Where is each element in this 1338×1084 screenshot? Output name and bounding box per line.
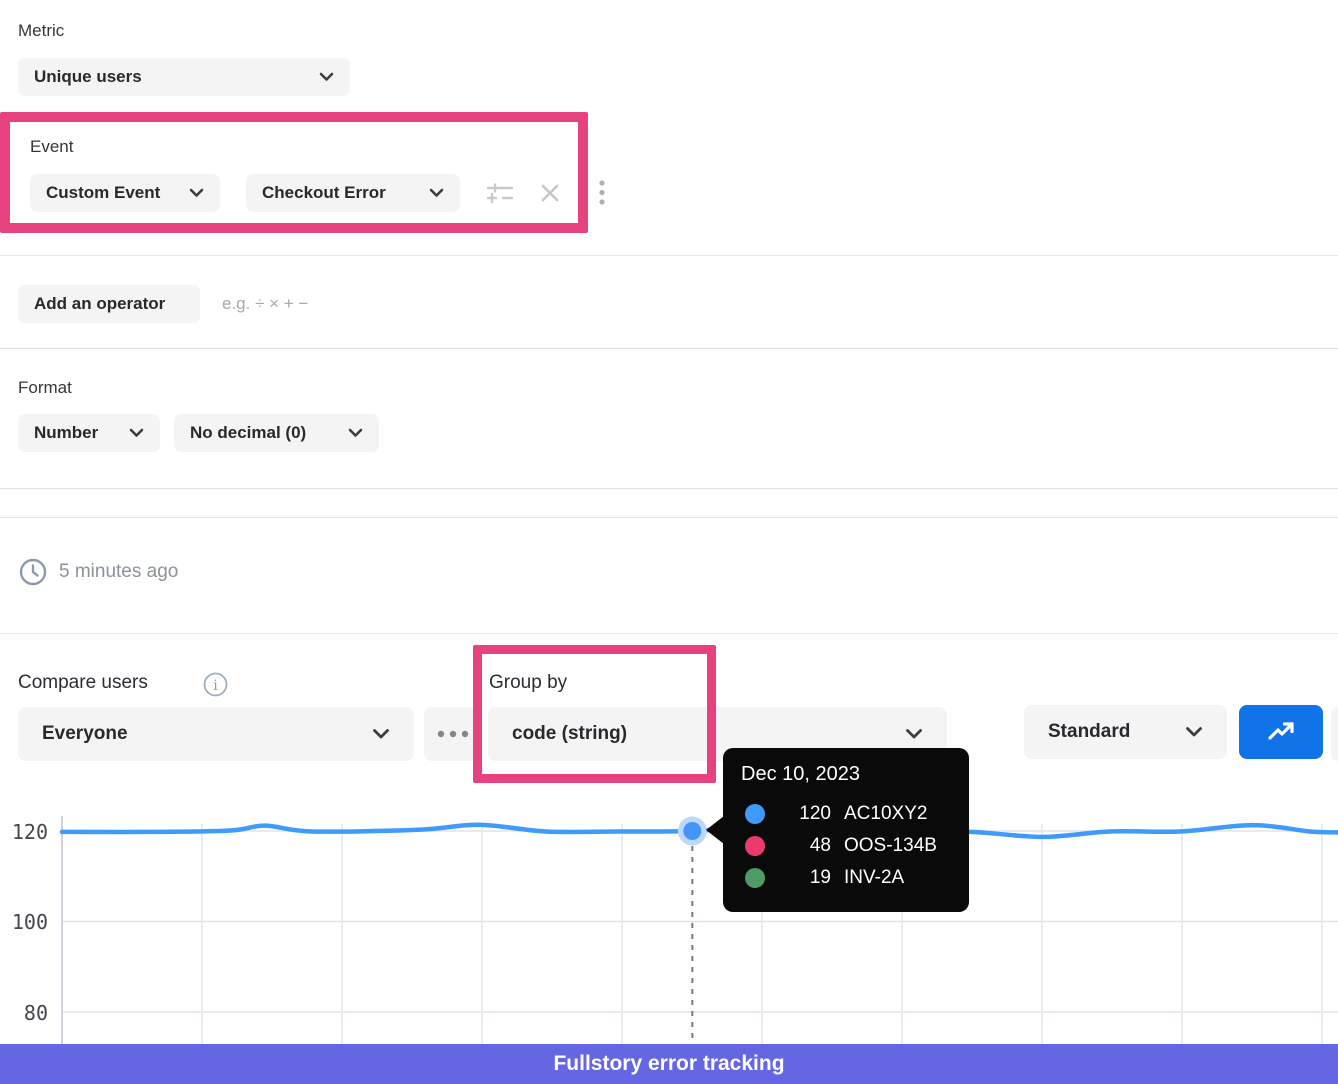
tooltip-value: 120	[765, 803, 831, 825]
tooltip-arrow	[706, 816, 724, 844]
metric-builder-panel: Metric Unique users Event Custom Event C…	[0, 0, 1338, 1084]
series-dot-blue	[745, 804, 765, 824]
tooltip-row: 19 INV-2A	[723, 862, 969, 894]
tooltip-row: 120 AC10XY2	[723, 798, 969, 830]
tooltip-date: Dec 10, 2023	[723, 748, 969, 786]
tooltip-value: 48	[765, 835, 831, 857]
line-chart[interactable]	[0, 0, 1338, 1084]
series-dot-pink	[745, 836, 765, 856]
annotation-banner: Fullstory error tracking	[0, 1044, 1338, 1084]
tooltip-value: 19	[765, 867, 831, 889]
chart-tooltip: Dec 10, 2023 120 AC10XY2 48 OOS-134B 19 …	[723, 748, 969, 912]
series-dot-green	[745, 868, 765, 888]
tooltip-series-label: INV-2A	[844, 867, 904, 889]
tooltip-series-label: AC10XY2	[844, 803, 927, 825]
tooltip-series-label: OOS-134B	[844, 835, 937, 857]
tooltip-row: 48 OOS-134B	[723, 830, 969, 862]
